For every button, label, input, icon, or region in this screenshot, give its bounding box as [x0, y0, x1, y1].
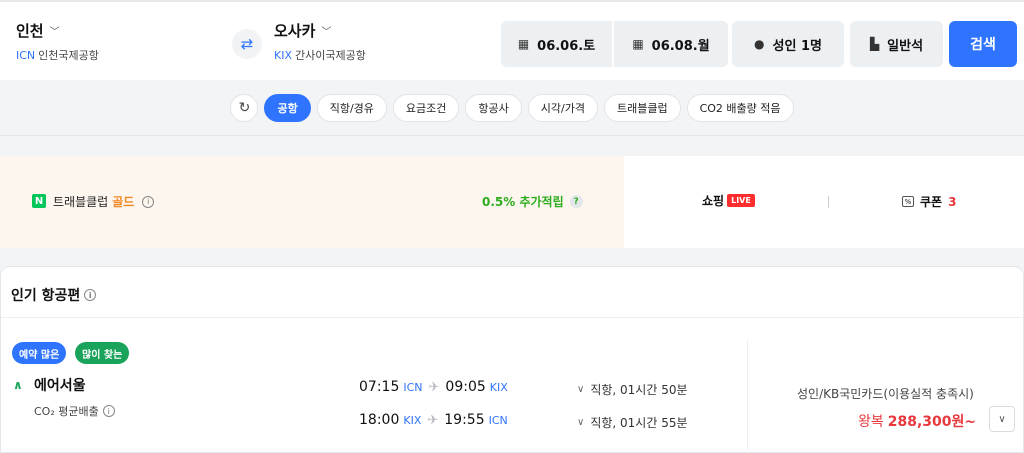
divider	[828, 196, 829, 208]
origin-city: 인천	[16, 22, 44, 40]
airline-name: 에어서울	[34, 378, 86, 394]
passenger-button[interactable]: ● 성인 1명	[732, 21, 844, 67]
filter-chip-airline[interactable]: 항공사	[465, 93, 522, 122]
travelclub-panel[interactable]: N 트래블클럽 골드 i 0.5% 추가적립 ?	[0, 156, 624, 248]
destination-selector[interactable]: 오사카 ﹀ KIX 간사이국제공항	[274, 20, 366, 63]
coupon-link[interactable]: % 쿠폰 3	[902, 193, 956, 210]
inbound-duration[interactable]: ∨ 직항, 01시간 55분	[577, 414, 688, 431]
coupon-count: 3	[948, 194, 957, 209]
calendar-icon: ▦	[632, 37, 644, 51]
badge-most-booked: 예약 많은	[12, 342, 67, 364]
return-date: 06.08.월	[651, 38, 710, 54]
search-bar: 인천 ﹀ ICN 인천국제공항 ⇄ 오사카 ﹀ KIX 간사이국제공항 ▦ 06.06.…	[0, 0, 1024, 80]
outbound-leg[interactable]: 07:15 ICN ✈ 09:05 KIX	[359, 379, 508, 395]
depart-date-button[interactable]: ▦ 06.06.토	[501, 21, 612, 67]
price-amount: 288,300원~	[887, 414, 977, 430]
arr-time: 09:05	[445, 379, 486, 395]
passenger-label: 성인 1명	[772, 38, 822, 54]
destination-airport: 간사이국제공항	[295, 49, 366, 62]
filter-chip-airport[interactable]: 공항	[264, 93, 311, 122]
co2-info: CO₂ 평균배출 i	[34, 403, 115, 419]
person-icon: ●	[754, 37, 765, 51]
seat-class-label: 일반석	[887, 38, 924, 54]
origin-code: ICN	[16, 49, 36, 62]
filter-chip-fare[interactable]: 요금조건	[392, 93, 460, 122]
price-type: 왕복	[858, 414, 884, 430]
seat-class-button[interactable]: ▙ 일반석	[850, 21, 943, 67]
popular-flights-section: 인기 항공편 i 예약 많은 많이 찾는 ∧ 에어서울 CO₂ 평균배출 i 0…	[0, 266, 1024, 453]
arr-time: 19:55	[444, 412, 485, 428]
live-badge: LIVE	[727, 194, 755, 207]
filter-chip-direct[interactable]: 직항/경유	[316, 93, 387, 122]
club-tier: 골드	[112, 195, 135, 209]
filter-chip-co2[interactable]: CO2 배출량 적음	[686, 93, 794, 122]
duration-text: 직항, 01시간 55분	[590, 416, 688, 430]
info-icon[interactable]: i	[102, 405, 115, 417]
naver-logo-icon: N	[32, 194, 46, 208]
filter-chip-time-price[interactable]: 시각/가격	[527, 93, 598, 122]
shopping-label: 쇼핑	[702, 194, 725, 208]
chevron-down-icon: ∨	[577, 417, 585, 428]
reset-filter-icon[interactable]: ↻	[230, 93, 259, 122]
return-date-button[interactable]: ▦ 06.08.월	[614, 21, 728, 67]
arr-airport: KIX	[489, 380, 508, 394]
coupon-icon: %	[902, 196, 914, 207]
travelclub-label: 트래블클럽	[53, 195, 109, 209]
shopping-live-link[interactable]: 쇼핑 LIVE	[702, 192, 755, 209]
calendar-icon: ▦	[517, 37, 530, 51]
depart-date: 06.06.토	[537, 38, 596, 54]
plane-icon: ✈	[428, 379, 440, 395]
dep-time: 18:00	[359, 412, 400, 428]
destination-city: 오사카	[274, 22, 316, 40]
inbound-leg[interactable]: 18:00 KIX ✈ 19:55 ICN	[359, 412, 508, 428]
origin-selector[interactable]: 인천 ﹀ ICN 인천국제공항	[16, 20, 99, 63]
filter-chip-travelclub[interactable]: 트래블클럽	[603, 93, 681, 122]
dep-time: 07:15	[359, 379, 400, 395]
chevron-down-icon: ∨	[577, 384, 585, 395]
duration-text: 직항, 01시간 50분	[590, 383, 688, 397]
dep-airport: ICN	[403, 380, 423, 394]
divider	[1, 317, 1024, 318]
info-icon[interactable]: i	[84, 289, 97, 301]
extra-points: 0.5% 추가적립	[482, 195, 564, 209]
destination-code: KIX	[274, 49, 292, 62]
card-condition: 성인/KB국민카드(이용실적 충족시)	[797, 387, 974, 401]
arr-airport: ICN	[488, 413, 508, 427]
dep-airport: KIX	[403, 413, 422, 427]
origin-airport: 인천국제공항	[38, 49, 99, 62]
search-button[interactable]: 검색	[949, 21, 1017, 67]
plane-icon: ✈	[427, 412, 439, 428]
promo-banner: N 트래블클럽 골드 i 0.5% 추가적립 ? 쇼핑 LIVE % 쿠폰 3	[0, 156, 1024, 248]
co2-label: CO₂ 평균배출	[34, 405, 99, 418]
seat-icon: ▙	[869, 37, 880, 51]
expand-chevron-icon[interactable]: ∨	[989, 406, 1015, 432]
chevron-down-icon: ﹀	[49, 27, 60, 38]
chevron-down-icon: ﹀	[321, 27, 332, 38]
help-icon[interactable]: ?	[569, 195, 583, 208]
outbound-duration[interactable]: ∨ 직항, 01시간 50분	[577, 381, 688, 398]
coupon-label: 쿠폰	[920, 195, 943, 209]
badge-most-searched: 많이 찾는	[75, 342, 130, 364]
airline-logo-icon: ∧	[13, 378, 23, 392]
price[interactable]: 왕복 288,300원~	[858, 411, 976, 431]
swap-route-icon[interactable]: ⇄	[232, 29, 262, 59]
section-title: 인기 항공편	[11, 288, 81, 304]
filter-bar: ↻ 공항 직항/경유 요금조건 항공사 시각/가격 트래블클럽 CO2 배출량 …	[0, 80, 1024, 136]
info-icon[interactable]: i	[142, 195, 155, 208]
divider	[747, 340, 748, 450]
